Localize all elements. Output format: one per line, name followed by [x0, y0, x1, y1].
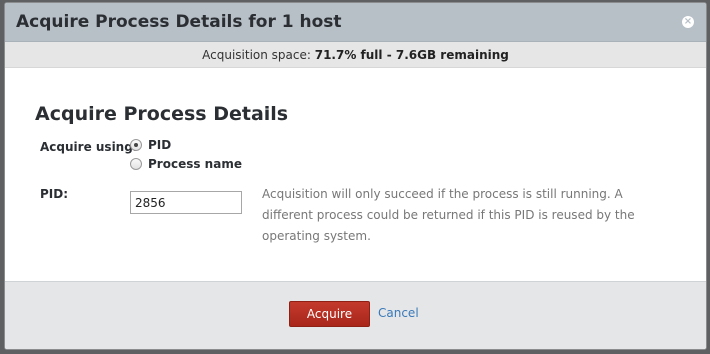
dialog-footer: Acquire Cancel [5, 281, 706, 349]
radio-pid-label: PID [148, 138, 172, 152]
pid-label: PID: [40, 187, 69, 201]
cancel-link[interactable]: Cancel [378, 306, 419, 320]
pid-input[interactable] [130, 191, 242, 214]
close-icon[interactable]: × [682, 16, 694, 28]
radio-process-name-label: Process name [148, 157, 242, 171]
radio-option-process-name[interactable]: Process name [130, 157, 242, 171]
acquire-button[interactable]: Acquire [289, 301, 370, 327]
acquire-process-dialog: Acquire Process Details for 1 host × Acq… [4, 2, 707, 350]
dialog-titlebar: Acquire Process Details for 1 host × [5, 3, 706, 42]
dialog-title: Acquire Process Details for 1 host [16, 12, 342, 32]
form-heading: Acquire Process Details [35, 103, 289, 125]
acquisition-space-label: Acquisition space: [202, 48, 315, 62]
radio-process-name[interactable] [130, 158, 142, 170]
radio-option-pid[interactable]: PID [130, 138, 171, 152]
acquire-using-label: Acquire using: [40, 140, 138, 154]
pid-help-text: Acquisition will only succeed if the pro… [262, 187, 635, 243]
acquisition-space-bar: Acquisition space: 71.7% full - 7.6GB re… [5, 42, 706, 68]
acquisition-space-value: 71.7% full - 7.6GB remaining [314, 48, 509, 62]
radio-pid[interactable] [130, 139, 142, 151]
